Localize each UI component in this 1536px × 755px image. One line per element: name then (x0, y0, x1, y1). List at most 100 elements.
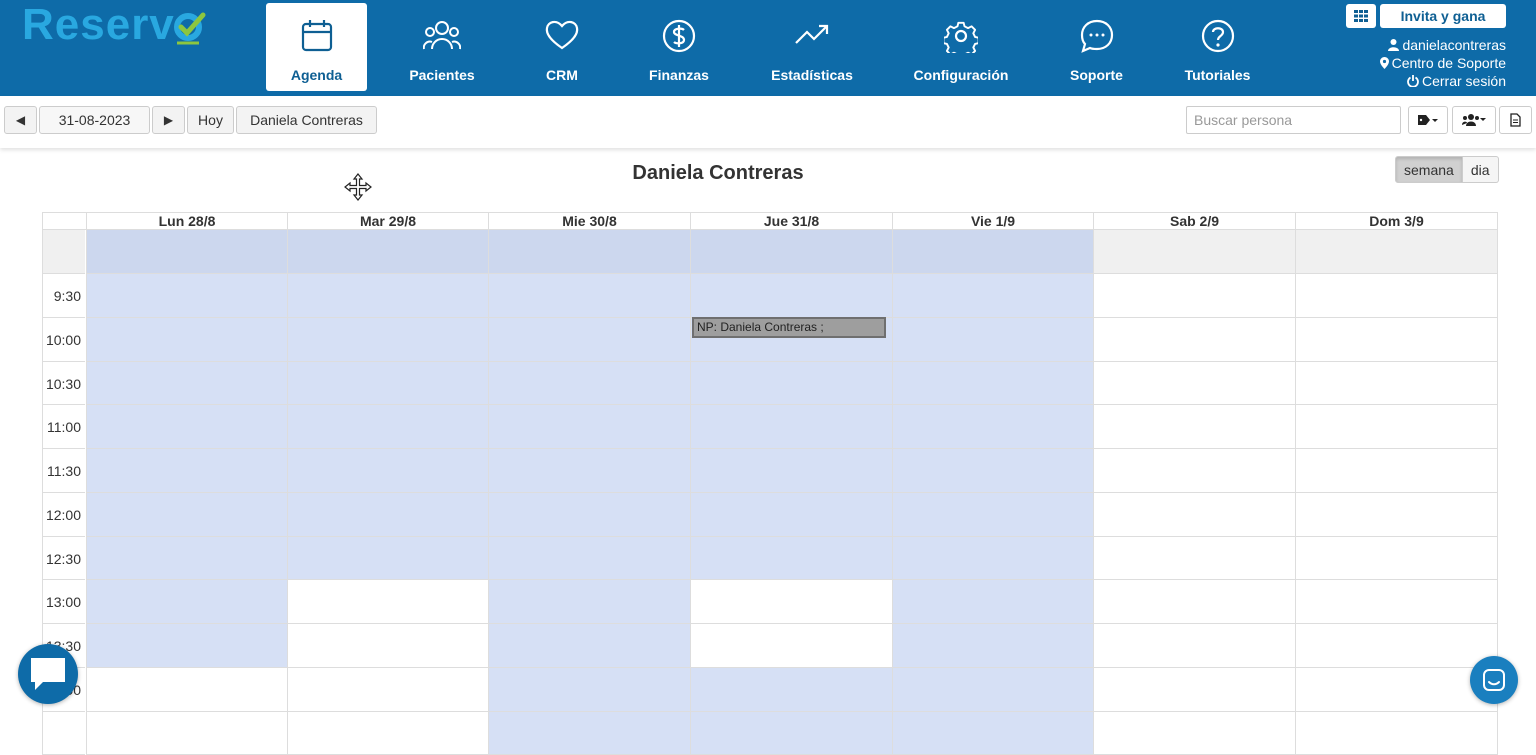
tags-dropdown-button[interactable] (1408, 106, 1448, 134)
available-slot[interactable] (287, 362, 488, 406)
time-slot[interactable] (1295, 712, 1498, 755)
available-slot[interactable] (892, 449, 1093, 493)
available-slot[interactable] (287, 274, 488, 318)
available-slot[interactable] (86, 580, 287, 624)
prev-week-button[interactable]: ◀ (4, 106, 37, 134)
available-slot[interactable] (86, 493, 287, 537)
available-slot[interactable] (86, 449, 287, 493)
nav-finanzas[interactable]: Finanzas (607, 3, 751, 91)
time-slot[interactable] (1093, 405, 1295, 449)
available-slot[interactable] (488, 668, 690, 712)
time-slot[interactable] (86, 712, 287, 755)
available-slot[interactable] (488, 274, 690, 318)
day-header[interactable]: Jue 31/8 (690, 213, 892, 230)
nav-tutoriales[interactable]: Tutoriales (1144, 3, 1291, 91)
time-slot[interactable] (1093, 449, 1295, 493)
time-slot[interactable] (1093, 580, 1295, 624)
available-slot[interactable] (488, 712, 690, 755)
available-slot[interactable] (488, 405, 690, 449)
available-slot[interactable] (86, 274, 287, 318)
next-week-button[interactable]: ▶ (152, 106, 185, 134)
day-header[interactable]: Lun 28/8 (86, 213, 287, 230)
time-slot[interactable] (690, 624, 892, 668)
nav-agenda[interactable]: Agenda (266, 3, 367, 91)
time-slot[interactable] (1295, 274, 1498, 318)
available-slot[interactable] (892, 405, 1093, 449)
available-slot[interactable] (86, 405, 287, 449)
available-slot[interactable] (892, 624, 1093, 668)
available-slot[interactable] (690, 274, 892, 318)
time-slot[interactable] (1295, 580, 1498, 624)
time-slot[interactable] (1093, 230, 1295, 274)
time-slot[interactable] (287, 624, 488, 668)
available-slot[interactable] (892, 580, 1093, 624)
time-slot[interactable] (1093, 274, 1295, 318)
time-slot[interactable] (1295, 449, 1498, 493)
time-slot[interactable] (1295, 493, 1498, 537)
day-header[interactable]: Vie 1/9 (892, 213, 1093, 230)
time-slot[interactable] (1295, 537, 1498, 581)
available-slot[interactable] (488, 580, 690, 624)
available-slot[interactable] (690, 230, 892, 274)
time-slot[interactable] (1295, 405, 1498, 449)
available-slot[interactable] (488, 493, 690, 537)
time-slot[interactable] (287, 712, 488, 755)
available-slot[interactable] (86, 624, 287, 668)
available-slot[interactable] (892, 274, 1093, 318)
messenger-button[interactable] (1470, 656, 1518, 704)
week-view-button[interactable]: semana (1395, 156, 1463, 183)
time-slot[interactable] (1295, 230, 1498, 274)
available-slot[interactable] (690, 449, 892, 493)
available-slot[interactable] (892, 318, 1093, 362)
nav-crm[interactable]: CRM (517, 3, 607, 91)
invite-button[interactable]: Invita y gana (1380, 4, 1506, 28)
nav-pacientes[interactable]: Pacientes (367, 3, 517, 91)
time-slot[interactable] (1295, 362, 1498, 406)
time-slot[interactable] (1093, 318, 1295, 362)
available-slot[interactable] (892, 230, 1093, 274)
time-slot[interactable] (1093, 712, 1295, 755)
time-slot[interactable] (1093, 362, 1295, 406)
available-slot[interactable] (690, 405, 892, 449)
professional-selector[interactable]: Daniela Contreras (236, 106, 377, 134)
search-person-input[interactable] (1186, 106, 1401, 134)
available-slot[interactable] (86, 537, 287, 581)
available-slot[interactable] (690, 362, 892, 406)
time-slot[interactable] (1093, 493, 1295, 537)
available-slot[interactable] (488, 624, 690, 668)
day-view-button[interactable]: dia (1463, 156, 1499, 183)
nav-configuracion[interactable]: Configuración (873, 3, 1049, 91)
date-picker[interactable]: 31-08-2023 (39, 106, 150, 134)
available-slot[interactable] (488, 537, 690, 581)
available-slot[interactable] (892, 362, 1093, 406)
day-header[interactable]: Sab 2/9 (1093, 213, 1295, 230)
available-slot[interactable] (488, 362, 690, 406)
available-slot[interactable] (690, 493, 892, 537)
available-slot[interactable] (488, 318, 690, 362)
available-slot[interactable] (287, 230, 488, 274)
time-slot[interactable] (287, 580, 488, 624)
appointment-event[interactable]: NP: Daniela Contreras ; (692, 317, 886, 338)
nav-estadisticas[interactable]: Estadísticas (751, 3, 873, 91)
available-slot[interactable] (86, 230, 287, 274)
nav-soporte[interactable]: Soporte (1049, 3, 1144, 91)
time-slot[interactable] (1093, 537, 1295, 581)
username-link[interactable]: danielacontreras (1306, 36, 1506, 54)
time-slot[interactable] (1093, 668, 1295, 712)
day-header[interactable]: Mar 29/8 (287, 213, 488, 230)
available-slot[interactable] (690, 712, 892, 755)
time-slot[interactable] (1295, 668, 1498, 712)
time-slot[interactable] (86, 668, 287, 712)
time-slot[interactable] (690, 580, 892, 624)
apps-grid-button[interactable] (1346, 4, 1376, 28)
available-slot[interactable] (892, 537, 1093, 581)
time-slot[interactable] (1295, 624, 1498, 668)
support-center-link[interactable]: Centro de Soporte (1306, 54, 1506, 72)
day-header[interactable]: Mie 30/8 (488, 213, 690, 230)
today-button[interactable]: Hoy (187, 106, 234, 134)
available-slot[interactable] (287, 405, 488, 449)
available-slot[interactable] (892, 668, 1093, 712)
available-slot[interactable] (488, 230, 690, 274)
day-header[interactable]: Dom 3/9 (1295, 213, 1498, 230)
available-slot[interactable] (86, 318, 287, 362)
